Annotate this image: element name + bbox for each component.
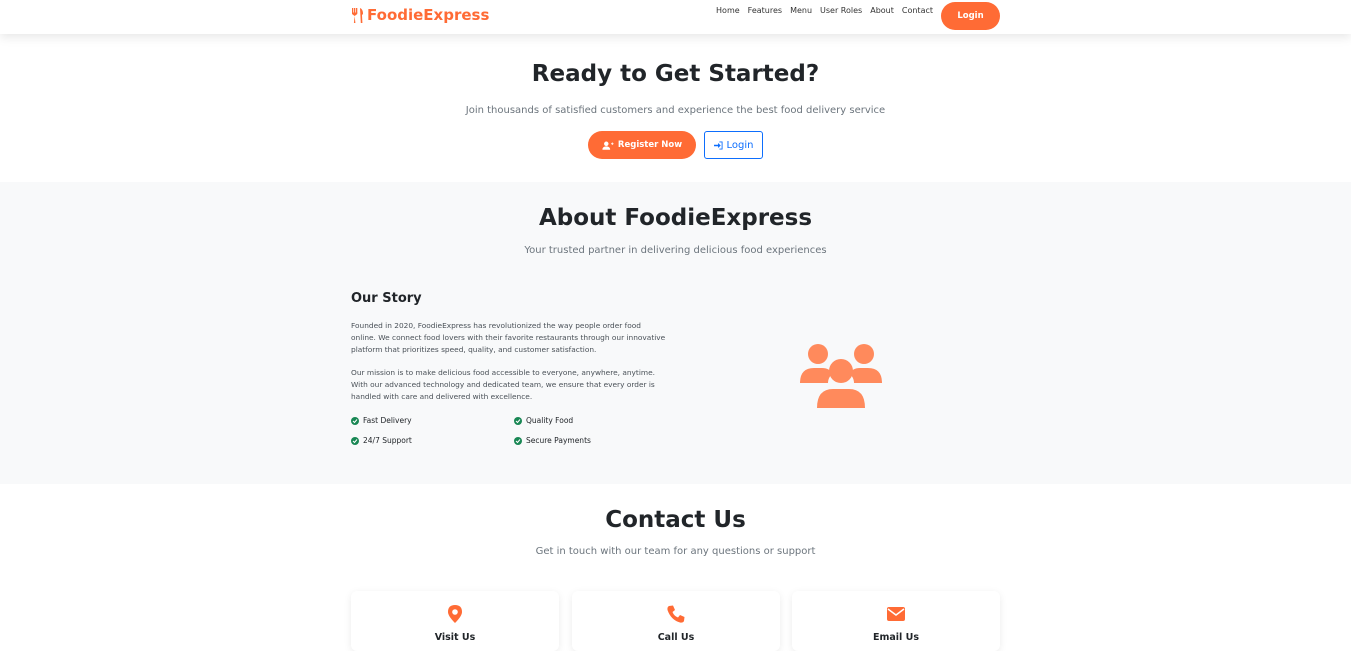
- contact-section: Contact Us Get in touch with our team fo…: [0, 484, 1351, 651]
- users-icon: [800, 344, 882, 408]
- contact-card-call: Call Us: [572, 591, 780, 651]
- feature-quality-food: Quality Food: [514, 416, 573, 425]
- map-marker-icon: [448, 605, 462, 623]
- cta-section: Ready to Get Started? Join thousands of …: [0, 34, 1351, 182]
- feature-secure-payments: Secure Payments: [514, 436, 591, 445]
- feature-support: 24/7 Support: [351, 436, 412, 445]
- check-circle-icon: [514, 416, 522, 425]
- utensils-icon: [352, 7, 363, 23]
- contact-subtitle: Get in touch with our team for any quest…: [535, 546, 816, 557]
- about-subtitle: Your trusted partner in delivering delic…: [524, 245, 827, 256]
- about-section: About FoodieExpress Your trusted partner…: [0, 182, 1351, 484]
- cta-login-label: Login: [726, 139, 754, 151]
- about-title: About FoodieExpress: [538, 205, 813, 231]
- story-title: Our Story: [351, 291, 422, 306]
- contact-card-title: Email Us: [873, 632, 919, 643]
- contact-card-title: Visit Us: [434, 632, 476, 643]
- envelope-icon: [887, 607, 905, 621]
- cta-title: Ready to Get Started?: [531, 61, 820, 87]
- nav-links: Home Features Menu User Roles About Cont…: [716, 6, 933, 15]
- check-circle-icon: [351, 416, 359, 425]
- brand-logo[interactable]: FoodieExpress: [351, 6, 489, 24]
- user-plus-icon: [602, 141, 614, 150]
- nav-features[interactable]: Features: [748, 6, 782, 15]
- register-button[interactable]: Register Now: [588, 131, 696, 159]
- cta-login-button[interactable]: Login: [704, 131, 763, 159]
- contact-card-visit: Visit Us: [351, 591, 559, 651]
- nav-login-button[interactable]: Login: [941, 2, 1000, 30]
- sign-in-icon: [713, 140, 723, 150]
- check-circle-icon: [514, 436, 522, 445]
- contact-card-title: Call Us: [657, 632, 695, 643]
- contact-title: Contact Us: [605, 507, 746, 533]
- nav-menu[interactable]: Menu: [790, 6, 812, 15]
- cta-subtitle: Join thousands of satisfied customers an…: [465, 105, 886, 116]
- register-label: Register Now: [617, 140, 683, 150]
- check-circle-icon: [351, 436, 359, 445]
- story-paragraph-2: Our mission is to make delicious food ac…: [351, 368, 655, 401]
- brand-name: FoodieExpress: [367, 6, 490, 24]
- feature-fast-delivery: Fast Delivery: [351, 416, 412, 425]
- contact-card-email: Email Us: [792, 591, 1000, 651]
- nav-about[interactable]: About: [870, 6, 894, 15]
- phone-icon: [667, 605, 685, 623]
- nav-home[interactable]: Home: [716, 6, 740, 15]
- nav-contact[interactable]: Contact: [902, 6, 933, 15]
- navbar: FoodieExpress Home Features Menu User Ro…: [0, 0, 1351, 34]
- story-paragraph-1: Founded in 2020, FoodieExpress has revol…: [351, 321, 666, 354]
- nav-user-roles[interactable]: User Roles: [820, 6, 862, 15]
